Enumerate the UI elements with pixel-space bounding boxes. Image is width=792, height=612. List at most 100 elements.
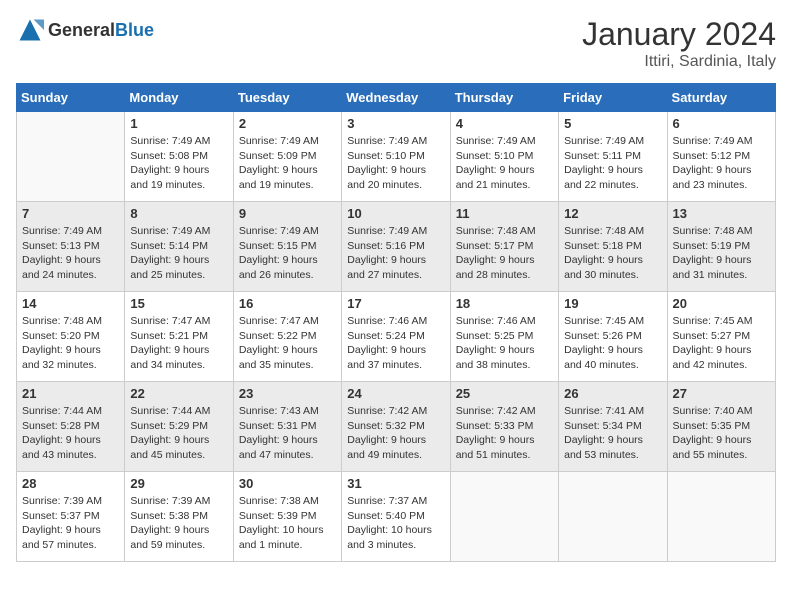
calendar-cell: 15Sunrise: 7:47 AMSunset: 5:21 PMDayligh… xyxy=(125,292,233,382)
day-number: 8 xyxy=(130,206,227,221)
header-day-sunday: Sunday xyxy=(17,84,125,112)
day-number: 14 xyxy=(22,296,119,311)
day-info: Sunrise: 7:42 AMSunset: 5:32 PMDaylight:… xyxy=(347,404,444,463)
day-number: 2 xyxy=(239,116,336,131)
day-info: Sunrise: 7:38 AMSunset: 5:39 PMDaylight:… xyxy=(239,494,336,553)
calendar-cell: 31Sunrise: 7:37 AMSunset: 5:40 PMDayligh… xyxy=(342,472,450,562)
day-number: 3 xyxy=(347,116,444,131)
calendar-cell: 23Sunrise: 7:43 AMSunset: 5:31 PMDayligh… xyxy=(233,382,341,472)
header-row: SundayMondayTuesdayWednesdayThursdayFrid… xyxy=(17,84,776,112)
location-subtitle: Ittiri, Sardinia, Italy xyxy=(582,53,776,71)
calendar-cell: 2Sunrise: 7:49 AMSunset: 5:09 PMDaylight… xyxy=(233,112,341,202)
day-number: 29 xyxy=(130,476,227,491)
day-info: Sunrise: 7:40 AMSunset: 5:35 PMDaylight:… xyxy=(673,404,770,463)
calendar-cell: 10 Sunrise: 7:49 AMSunset: 5:16 PMDayligh… xyxy=(342,202,450,292)
logo-icon xyxy=(16,16,44,44)
calendar-cell: 29 Sunrise: 7:39 AMSunset: 5:38 PMDayligh… xyxy=(125,472,233,562)
day-info: Sunrise: 7:49 AMSunset: 5:10 PMDaylight:… xyxy=(347,134,444,193)
calendar-cell: 19 Sunrise: 7:45 AMSunset: 5:26 PMDayligh… xyxy=(559,292,667,382)
week-row-1: 1 Sunrise: 7:49 AMSunset: 5:08 PMDaylight… xyxy=(17,112,776,202)
calendar-cell xyxy=(450,472,558,562)
day-info: Sunrise: 7:49 AMSunset: 5:16 PMDaylight:… xyxy=(347,224,444,283)
day-number: 31 xyxy=(347,476,444,491)
calendar-cell: 27 Sunrise: 7:40 AMSunset: 5:35 PMDayligh… xyxy=(667,382,775,472)
day-number: 10 xyxy=(347,206,444,221)
calendar-cell: 26 Sunrise: 7:41 AMSunset: 5:34 PMDayligh… xyxy=(559,382,667,472)
week-row-4: 21Sunrise: 7:44 AMSunset: 5:28 PMDayligh… xyxy=(17,382,776,472)
header-day-tuesday: Tuesday xyxy=(233,84,341,112)
calendar-cell: 11 Sunrise: 7:48 AMSunset: 5:17 PMDayligh… xyxy=(450,202,558,292)
day-number: 26 xyxy=(564,386,661,401)
calendar-cell: 16Sunrise: 7:47 AMSunset: 5:22 PMDayligh… xyxy=(233,292,341,382)
calendar-cell: 20 Sunrise: 7:45 AMSunset: 5:27 PMDayligh… xyxy=(667,292,775,382)
calendar-cell: 1 Sunrise: 7:49 AMSunset: 5:08 PMDaylight… xyxy=(125,112,233,202)
day-number: 12 xyxy=(564,206,661,221)
logo: GeneralBlue xyxy=(16,16,154,44)
day-number: 5 xyxy=(564,116,661,131)
day-info: Sunrise: 7:47 AMSunset: 5:22 PMDaylight:… xyxy=(239,314,336,373)
day-number: 28 xyxy=(22,476,119,491)
day-number: 23 xyxy=(239,386,336,401)
calendar-cell: 21Sunrise: 7:44 AMSunset: 5:28 PMDayligh… xyxy=(17,382,125,472)
day-info: Sunrise: 7:49 AMSunset: 5:15 PMDaylight:… xyxy=(239,224,336,283)
header-day-saturday: Saturday xyxy=(667,84,775,112)
calendar-cell: 30 Sunrise: 7:38 AMSunset: 5:39 PMDayligh… xyxy=(233,472,341,562)
title-block: January 2024 Ittiri, Sardinia, Italy xyxy=(582,16,776,71)
day-info: Sunrise: 7:48 AMSunset: 5:17 PMDaylight:… xyxy=(456,224,553,283)
calendar-cell xyxy=(667,472,775,562)
header-day-wednesday: Wednesday xyxy=(342,84,450,112)
calendar-cell: 4Sunrise: 7:49 AMSunset: 5:10 PMDaylight… xyxy=(450,112,558,202)
week-row-5: 28 Sunrise: 7:39 AMSunset: 5:37 PMDayligh… xyxy=(17,472,776,562)
day-number: 1 xyxy=(130,116,227,131)
day-number: 19 xyxy=(564,296,661,311)
day-info: Sunrise: 7:46 AMSunset: 5:24 PMDaylight:… xyxy=(347,314,444,373)
header-day-friday: Friday xyxy=(559,84,667,112)
day-info: Sunrise: 7:49 AMSunset: 5:14 PMDaylight:… xyxy=(130,224,227,283)
day-number: 24 xyxy=(347,386,444,401)
day-number: 4 xyxy=(456,116,553,131)
week-row-3: 14 Sunrise: 7:48 AMSunset: 5:20 PMDayligh… xyxy=(17,292,776,382)
calendar-cell: 7 Sunrise: 7:49 AMSunset: 5:13 PMDaylight… xyxy=(17,202,125,292)
day-info: Sunrise: 7:48 AMSunset: 5:20 PMDaylight:… xyxy=(22,314,119,373)
logo-blue: Blue xyxy=(115,20,154,40)
page-header: GeneralBlue January 2024 Ittiri, Sardini… xyxy=(16,16,776,71)
day-number: 21 xyxy=(22,386,119,401)
day-info: Sunrise: 7:49 AMSunset: 5:08 PMDaylight:… xyxy=(130,134,227,193)
day-number: 27 xyxy=(673,386,770,401)
day-info: Sunrise: 7:49 AMSunset: 5:11 PMDaylight:… xyxy=(564,134,661,193)
day-info: Sunrise: 7:41 AMSunset: 5:34 PMDaylight:… xyxy=(564,404,661,463)
calendar-table: SundayMondayTuesdayWednesdayThursdayFrid… xyxy=(16,83,776,562)
day-number: 13 xyxy=(673,206,770,221)
day-info: Sunrise: 7:49 AMSunset: 5:12 PMDaylight:… xyxy=(673,134,770,193)
day-info: Sunrise: 7:47 AMSunset: 5:21 PMDaylight:… xyxy=(130,314,227,373)
day-info: Sunrise: 7:42 AMSunset: 5:33 PMDaylight:… xyxy=(456,404,553,463)
calendar-cell: 25 Sunrise: 7:42 AMSunset: 5:33 PMDayligh… xyxy=(450,382,558,472)
calendar-cell: 6 Sunrise: 7:49 AMSunset: 5:12 PMDaylight… xyxy=(667,112,775,202)
day-info: Sunrise: 7:39 AMSunset: 5:38 PMDaylight:… xyxy=(130,494,227,553)
day-info: Sunrise: 7:46 AMSunset: 5:25 PMDaylight:… xyxy=(456,314,553,373)
day-number: 30 xyxy=(239,476,336,491)
calendar-cell: 9 Sunrise: 7:49 AMSunset: 5:15 PMDaylight… xyxy=(233,202,341,292)
calendar-cell: 3 Sunrise: 7:49 AMSunset: 5:10 PMDaylight… xyxy=(342,112,450,202)
day-number: 20 xyxy=(673,296,770,311)
calendar-cell: 14 Sunrise: 7:48 AMSunset: 5:20 PMDayligh… xyxy=(17,292,125,382)
calendar-cell: 28 Sunrise: 7:39 AMSunset: 5:37 PMDayligh… xyxy=(17,472,125,562)
header-day-monday: Monday xyxy=(125,84,233,112)
day-number: 11 xyxy=(456,206,553,221)
day-number: 9 xyxy=(239,206,336,221)
day-number: 18 xyxy=(456,296,553,311)
day-info: Sunrise: 7:49 AMSunset: 5:13 PMDaylight:… xyxy=(22,224,119,283)
day-number: 17 xyxy=(347,296,444,311)
day-number: 25 xyxy=(456,386,553,401)
day-info: Sunrise: 7:39 AMSunset: 5:37 PMDaylight:… xyxy=(22,494,119,553)
day-info: Sunrise: 7:45 AMSunset: 5:26 PMDaylight:… xyxy=(564,314,661,373)
day-info: Sunrise: 7:48 AMSunset: 5:18 PMDaylight:… xyxy=(564,224,661,283)
day-number: 7 xyxy=(22,206,119,221)
day-number: 6 xyxy=(673,116,770,131)
calendar-cell: 5 Sunrise: 7:49 AMSunset: 5:11 PMDaylight… xyxy=(559,112,667,202)
calendar-cell xyxy=(17,112,125,202)
day-info: Sunrise: 7:45 AMSunset: 5:27 PMDaylight:… xyxy=(673,314,770,373)
week-row-2: 7 Sunrise: 7:49 AMSunset: 5:13 PMDaylight… xyxy=(17,202,776,292)
calendar-cell: 12 Sunrise: 7:48 AMSunset: 5:18 PMDayligh… xyxy=(559,202,667,292)
calendar-cell: 8 Sunrise: 7:49 AMSunset: 5:14 PMDaylight… xyxy=(125,202,233,292)
